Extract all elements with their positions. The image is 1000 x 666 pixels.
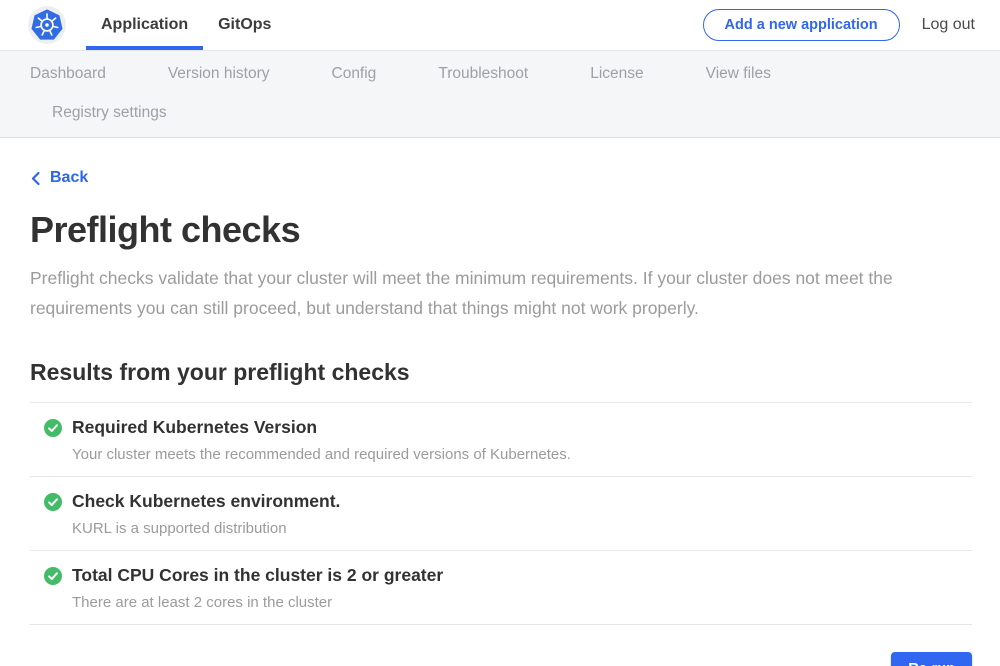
tab-gitops[interactable]: GitOps (203, 0, 286, 50)
check-result-body: Total CPU Cores in the cluster is 2 or g… (72, 565, 972, 611)
check-pass-icon (44, 419, 62, 437)
subnav-item-dashboard[interactable]: Dashboard (30, 65, 106, 83)
chevron-left-icon (30, 171, 41, 186)
check-result-body: Required Kubernetes Version Your cluster… (72, 417, 972, 463)
tab-application[interactable]: Application (86, 0, 203, 50)
results-heading: Results from your preflight checks (30, 359, 972, 386)
main-content: Back Preflight checks Preflight checks v… (0, 138, 1000, 666)
subnav-row-1: Dashboard Version history Config Trouble… (0, 54, 1000, 94)
check-result-row: Check Kubernetes environment. KURL is a … (30, 476, 972, 550)
kubernetes-logo-icon (28, 6, 66, 44)
page-description: Preflight checks validate that your clus… (30, 263, 970, 323)
subnav-item-view-files[interactable]: View files (706, 65, 771, 83)
check-title: Total CPU Cores in the cluster is 2 or g… (72, 565, 972, 586)
subnav-item-config[interactable]: Config (332, 65, 377, 83)
subnav-item-license[interactable]: License (590, 65, 643, 83)
top-header: Application GitOps Add a new application… (0, 0, 1000, 50)
subnav-item-version-history[interactable]: Version history (168, 65, 270, 83)
check-result-row: Total CPU Cores in the cluster is 2 or g… (30, 550, 972, 625)
check-pass-icon (44, 493, 62, 511)
rerun-button[interactable]: Re-run (891, 652, 972, 666)
tab-gitops-label: GitOps (218, 16, 271, 34)
page-title: Preflight checks (30, 209, 972, 251)
preflight-checks-page: Application GitOps Add a new application… (0, 0, 1000, 666)
back-link[interactable]: Back (30, 169, 88, 187)
footer-actions: Re-run (30, 652, 972, 666)
app-subnav: Dashboard Version history Config Trouble… (0, 50, 1000, 138)
subnav-item-registry-settings[interactable]: Registry settings (52, 104, 167, 122)
check-result-body: Check Kubernetes environment. KURL is a … (72, 491, 972, 537)
check-message: Your cluster meets the recommended and r… (72, 446, 972, 463)
tab-application-label: Application (101, 16, 188, 34)
logout-link[interactable]: Log out (922, 16, 975, 34)
check-title: Required Kubernetes Version (72, 417, 972, 438)
add-new-application-button[interactable]: Add a new application (703, 9, 900, 41)
check-title: Check Kubernetes environment. (72, 491, 972, 512)
check-message: There are at least 2 cores in the cluste… (72, 594, 972, 611)
preflight-results-list: Required Kubernetes Version Your cluster… (30, 402, 972, 625)
check-message: KURL is a supported distribution (72, 520, 972, 537)
back-link-label: Back (50, 169, 88, 187)
subnav-row-2: Registry settings (0, 94, 1000, 131)
check-pass-icon (44, 567, 62, 585)
subnav-item-troubleshoot[interactable]: Troubleshoot (438, 65, 528, 83)
check-result-row: Required Kubernetes Version Your cluster… (30, 402, 972, 476)
